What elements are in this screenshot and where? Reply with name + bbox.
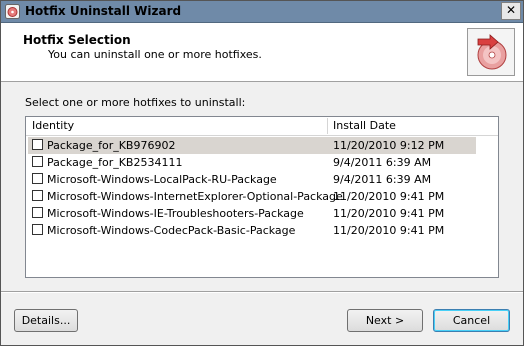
column-divider[interactable] bbox=[327, 118, 328, 134]
hotfix-install-date: 9/4/2011 6:39 AM bbox=[333, 156, 432, 169]
hotfix-checkbox[interactable] bbox=[32, 207, 43, 218]
hotfix-install-date: 11/20/2010 9:41 PM bbox=[333, 190, 445, 203]
window-title: Hotfix Uninstall Wizard bbox=[25, 4, 182, 18]
list-item[interactable]: Microsoft-Windows-IE-Troubleshooters-Pac… bbox=[28, 205, 476, 222]
hotfix-install-date: 11/20/2010 9:12 PM bbox=[333, 139, 445, 152]
next-button[interactable]: Next > bbox=[347, 309, 423, 332]
hotfix-install-date: 11/20/2010 9:41 PM bbox=[333, 224, 445, 237]
title-bar[interactable]: Hotfix Uninstall Wizard ✕ bbox=[1, 1, 523, 23]
hotfix-checkbox[interactable] bbox=[32, 139, 43, 150]
list-item[interactable]: Package_for_KB2534111 9/4/2011 6:39 AM bbox=[28, 154, 476, 171]
hotfix-identity: Package_for_KB976902 bbox=[47, 139, 176, 152]
footer-divider-highlight bbox=[1, 292, 523, 293]
column-header-identity[interactable]: Identity bbox=[32, 119, 74, 132]
hotfix-checkbox[interactable] bbox=[32, 190, 43, 201]
cancel-button[interactable]: Cancel bbox=[433, 309, 510, 332]
hotfix-identity: Microsoft-Windows-IE-Troubleshooters-Pac… bbox=[47, 207, 304, 220]
wizard-window: Hotfix Uninstall Wizard ✕ Hotfix Selecti… bbox=[0, 0, 524, 346]
details-button[interactable]: Details... bbox=[14, 309, 78, 332]
wizard-header: Hotfix Selection You can uninstall one o… bbox=[1, 23, 523, 82]
hotfix-install-date: 11/20/2010 9:41 PM bbox=[333, 207, 445, 220]
list-item[interactable]: Microsoft-Windows-CodecPack-Basic-Packag… bbox=[28, 222, 476, 239]
close-button[interactable]: ✕ bbox=[501, 2, 521, 20]
page-title: Hotfix Selection bbox=[23, 33, 131, 47]
list-item[interactable]: Package_for_KB976902 11/20/2010 9:12 PM bbox=[28, 137, 476, 154]
list-item[interactable]: Microsoft-Windows-InternetExplorer-Optio… bbox=[28, 188, 476, 205]
hotfix-checkbox[interactable] bbox=[32, 173, 43, 184]
app-icon bbox=[5, 4, 20, 19]
hotfix-identity: Microsoft-Windows-LocalPack-RU-Package bbox=[47, 173, 277, 186]
wizard-body: Select one or more hotfixes to uninstall… bbox=[1, 82, 523, 345]
column-header-install-date[interactable]: Install Date bbox=[333, 119, 396, 132]
list-header: Identity Install Date bbox=[26, 117, 498, 136]
list-item[interactable]: Microsoft-Windows-LocalPack-RU-Package 9… bbox=[28, 171, 476, 188]
hotfix-install-date: 9/4/2011 6:39 AM bbox=[333, 173, 432, 186]
hotfix-identity: Package_for_KB2534111 bbox=[47, 156, 183, 169]
instruction-label: Select one or more hotfixes to uninstall… bbox=[25, 96, 246, 109]
page-subtitle: You can uninstall one or more hotfixes. bbox=[48, 48, 262, 61]
hotfix-checkbox[interactable] bbox=[32, 156, 43, 167]
hotfix-list[interactable]: Identity Install Date Package_for_KB9769… bbox=[25, 116, 499, 278]
hotfix-identity: Microsoft-Windows-CodecPack-Basic-Packag… bbox=[47, 224, 296, 237]
hotfix-identity: Microsoft-Windows-InternetExplorer-Optio… bbox=[47, 190, 343, 203]
uninstall-cd-icon bbox=[467, 28, 515, 76]
hotfix-checkbox[interactable] bbox=[32, 224, 43, 235]
